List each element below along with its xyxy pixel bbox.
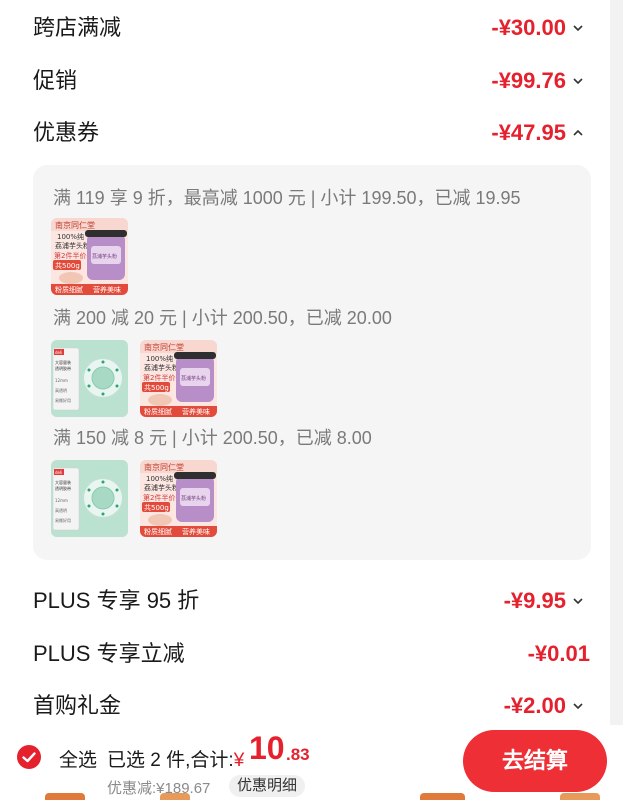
weight-badge: 共500g: [144, 503, 169, 512]
check-icon: [22, 752, 36, 763]
jar-label: 荔浦芋头粉: [181, 375, 206, 382]
row-coupons[interactable]: 优惠券 -¥47.95: [0, 107, 610, 159]
brand-text: 南京同仁堂: [144, 342, 184, 352]
row-label: 促销: [33, 68, 78, 93]
box-text: 高透明: [55, 387, 67, 393]
chevron-up-icon[interactable]: [572, 126, 584, 140]
tag-text: 营养美味: [93, 285, 121, 294]
row-amount: -¥99.76: [491, 68, 566, 93]
brand-text: 南京同仁堂: [55, 220, 95, 230]
selected-count-text: 已选 2 件,合计:: [107, 750, 234, 771]
checkout-button[interactable]: 去结算: [463, 730, 607, 792]
brand-text: deli: [55, 470, 62, 475]
row-plus-instant: PLUS 专享立减 -¥0.01: [0, 628, 610, 680]
product-text: 荔浦芋头粉: [55, 241, 90, 250]
row-amount: -¥47.95: [491, 120, 566, 145]
box-text: 大容量装: [55, 479, 71, 485]
product-text: 100%纯: [57, 232, 84, 241]
select-all-label[interactable]: 全选: [59, 745, 97, 772]
discount-detail-button[interactable]: 优惠明细: [229, 775, 306, 797]
product-thumb-taro-powder[interactable]: 南京同仁堂 100%纯 荔浦芋头粉 第2件半价 共500g 荔浦芋头粉 粉质细腻…: [140, 460, 217, 537]
box-text: 易撕好用: [55, 397, 71, 403]
row-cross-store-discount[interactable]: 跨店满减 -¥30.00: [0, 2, 610, 54]
decoration-shape: [560, 793, 600, 800]
discount-breakdown-sheet: 跨店满减 -¥30.00 促销 -¥99.76 优惠券 -¥47.95 满 11…: [0, 0, 610, 725]
box-text: 12mm: [55, 498, 68, 503]
decoration-shape: [45, 793, 85, 800]
tag-text: 粉质细腻: [55, 285, 83, 294]
tag-text: 粉质细腻: [144, 407, 172, 416]
coupon-rule-1: 满 119 享 9 折，最高减 1000 元 | 小计 199.50，已减 19…: [53, 188, 521, 208]
row-first-order[interactable]: 首购礼金 -¥2.00: [0, 680, 610, 725]
row-amount: -¥9.95: [503, 588, 566, 613]
product-thumb-tape[interactable]: deli 大容量装 透明胶带 12mm 高透明 易撕好用: [51, 460, 128, 537]
row-label: 首购礼金: [33, 693, 122, 718]
promo-text: 第2件半价: [143, 373, 175, 382]
chevron-down-icon[interactable]: [572, 21, 584, 35]
brand-text: deli: [55, 350, 62, 355]
box-text: 透明胶带: [55, 485, 71, 491]
brand-text: 南京同仁堂: [144, 462, 184, 472]
row-label: 跨店满减: [33, 15, 122, 40]
box-text: 大容量装: [55, 359, 71, 365]
coupon-detail-panel: 满 119 享 9 折，最高减 1000 元 | 小计 199.50，已减 19…: [33, 165, 591, 560]
currency-symbol: ¥: [233, 750, 245, 771]
weight-badge: 共500g: [144, 383, 169, 392]
tag-text: 营养美味: [182, 527, 210, 536]
row-amount: -¥0.01: [527, 641, 590, 666]
row-label: PLUS 专享立减: [33, 641, 185, 666]
tag-text: 粉质细腻: [144, 527, 172, 536]
total-amount-integer: 10: [249, 730, 285, 766]
product-text: 荔浦芋头粉: [144, 363, 179, 372]
product-thumb-tape[interactable]: deli 大容量装 透明胶带 12mm 高透明 易撕好用: [51, 340, 128, 417]
promo-text: 第2件半价: [54, 251, 86, 260]
coupon-rule-2: 满 200 减 20 元 | 小计 200.50，已减 20.00: [53, 308, 392, 328]
box-text: 高透明: [55, 507, 67, 513]
row-amount: -¥2.00: [503, 693, 566, 718]
chevron-down-icon[interactable]: [572, 699, 584, 713]
product-text: 100%纯: [146, 354, 173, 363]
selected-summary: 已选 2 件,合计:¥: [107, 745, 244, 772]
product-thumb-taro-powder[interactable]: 南京同仁堂 100%纯 荔浦芋头粉 第2件半价 共500g 荔浦芋头粉 粉质细腻…: [140, 340, 217, 417]
chevron-down-icon[interactable]: [572, 74, 584, 88]
discount-total: 优惠减:¥189.67: [107, 780, 211, 797]
product-text: 荔浦芋头粉: [144, 483, 179, 492]
coupon-rule-3: 满 150 减 8 元 | 小计 200.50，已减 8.00: [53, 428, 372, 448]
box-text: 易撕好用: [55, 517, 71, 523]
row-promotion[interactable]: 促销 -¥99.76: [0, 55, 610, 107]
weight-badge: 共500g: [55, 261, 80, 270]
box-text: 透明胶带: [55, 365, 71, 371]
product-text: 100%纯: [146, 474, 173, 483]
row-label: 优惠券: [33, 120, 100, 145]
checkout-bar: 全选 已选 2 件,合计:¥ 10 .83 优惠减:¥189.67 优惠明细 去…: [0, 725, 623, 800]
chevron-down-icon[interactable]: [572, 594, 584, 608]
total-amount-decimal: .83: [286, 745, 310, 764]
product-thumb-taro-powder[interactable]: 南京同仁堂 100%纯 荔浦芋头粉 第2件半价 共500g 荔浦芋头粉 粉质细腻…: [51, 218, 128, 295]
tag-text: 营养美味: [182, 407, 210, 416]
box-text: 12mm: [55, 378, 68, 383]
row-amount: -¥30.00: [491, 15, 566, 40]
decoration-shape: [160, 793, 190, 800]
jar-label: 荔浦芋头粉: [181, 495, 206, 502]
row-plus-95[interactable]: PLUS 专享 95 折 -¥9.95: [0, 575, 610, 627]
promo-text: 第2件半价: [143, 493, 175, 502]
decoration-shape: [420, 793, 465, 800]
select-all-checkbox[interactable]: [17, 745, 41, 769]
row-label: PLUS 专享 95 折: [33, 588, 200, 613]
jar-label: 荔浦芋头粉: [92, 253, 117, 260]
